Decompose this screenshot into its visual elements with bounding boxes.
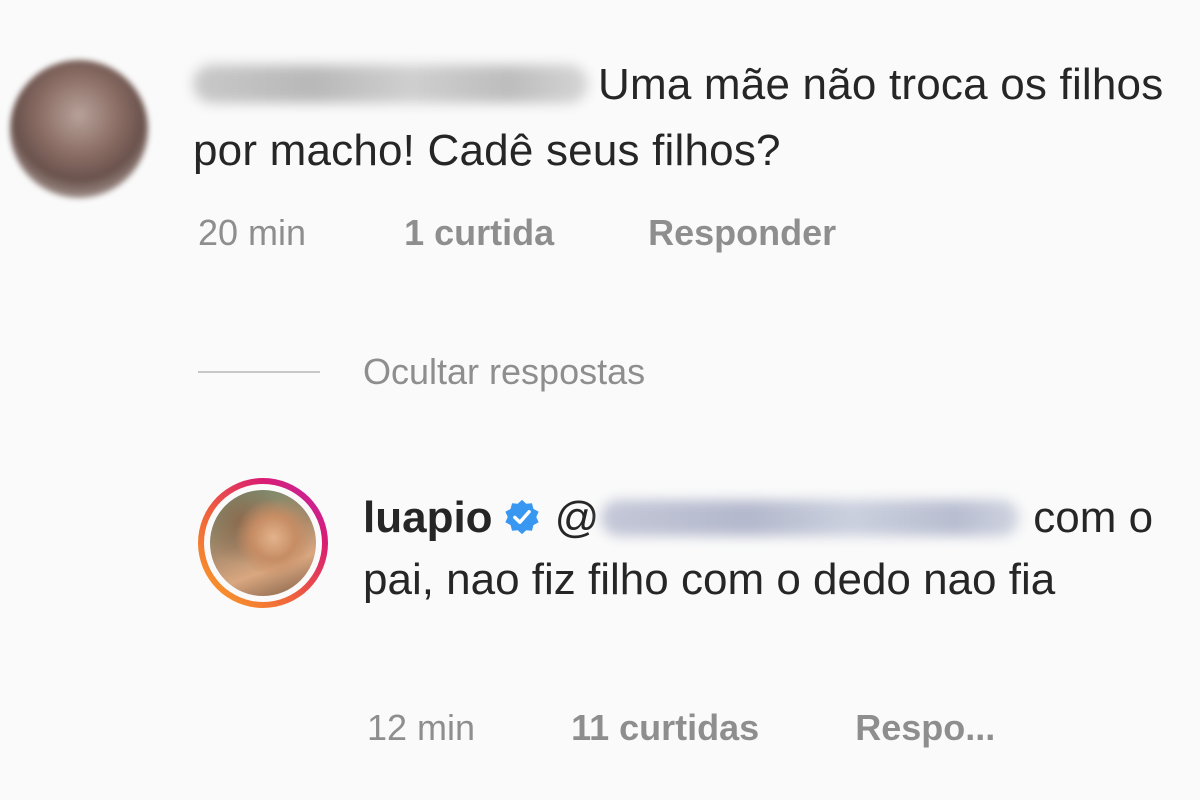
comment-meta: 20 min 1 curtida Responder: [198, 212, 836, 254]
blurred-username[interactable]: [193, 65, 588, 103]
comment-body: Uma mãe não troca os filhos por macho! C…: [193, 52, 1183, 184]
reply-meta: 12 min 11 curtidas Respo...: [367, 707, 995, 749]
hide-replies-label[interactable]: Ocultar respostas: [363, 345, 645, 399]
avatar[interactable]: [10, 60, 148, 198]
reply-body: luapio @ com o pai, nao fiz filho com o d…: [363, 487, 1178, 611]
comment-likes[interactable]: 1 curtida: [404, 212, 554, 254]
reply-likes[interactable]: 11 curtidas: [571, 707, 759, 749]
comment-time: 20 min: [198, 212, 307, 253]
comments-screen: Uma mãe não troca os filhos por macho! C…: [0, 0, 1200, 800]
mention-at[interactable]: @: [555, 493, 600, 542]
verified-badge-icon: [504, 499, 539, 535]
avatar-photo: [210, 490, 316, 596]
reply-time: 12 min: [367, 707, 476, 748]
reply-reply-button[interactable]: Respo...: [855, 707, 995, 749]
avatar-ring-gap: [204, 484, 322, 602]
reply-avatar[interactable]: [198, 478, 328, 608]
blurred-mention[interactable]: [601, 500, 1020, 536]
reply-button[interactable]: Responder: [648, 212, 836, 254]
reply-username[interactable]: luapio: [363, 493, 493, 542]
comment: Uma mãe não troca os filhos por macho! C…: [0, 0, 1200, 300]
divider-line: [198, 371, 320, 373]
